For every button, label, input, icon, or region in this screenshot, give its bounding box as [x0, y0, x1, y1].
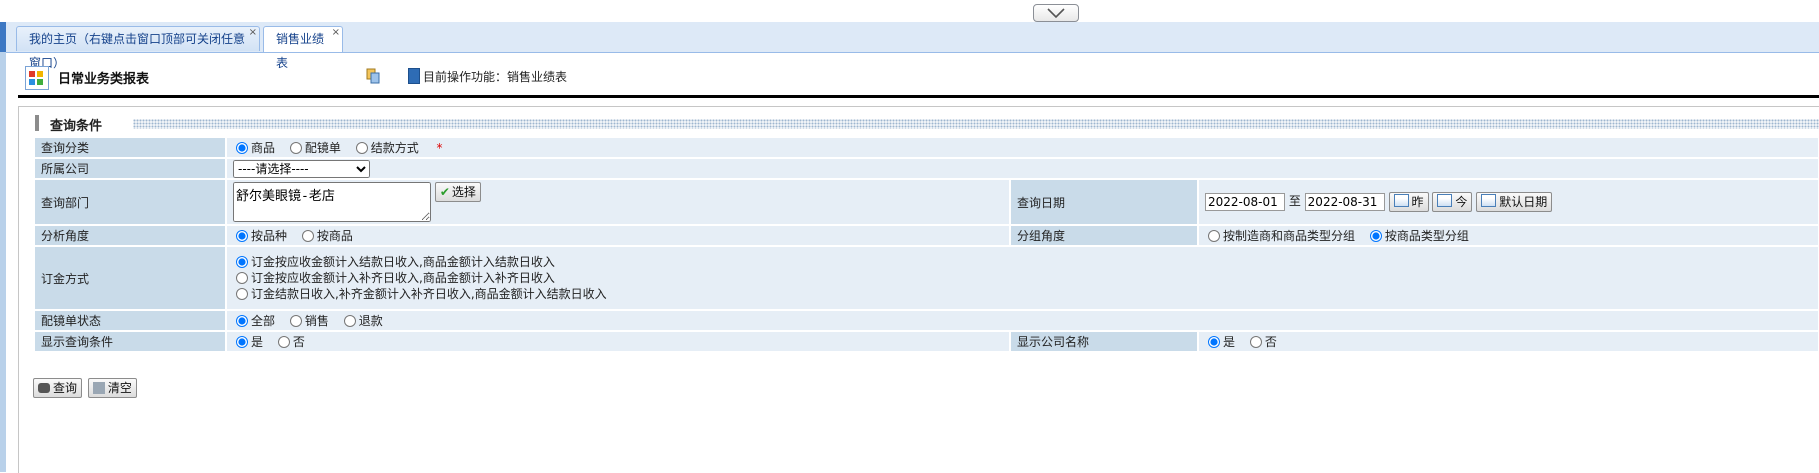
top-bar: [0, 0, 1819, 23]
status-option-all[interactable]: 全部: [233, 314, 275, 328]
show-company-no[interactable]: 否: [1247, 335, 1277, 349]
deposit-option-2[interactable]: 订金按应收金额计入补齐日收入,商品金额计入补齐日收入: [233, 271, 555, 285]
category-label: 查询分类: [35, 138, 225, 157]
status-option-sale[interactable]: 销售: [287, 314, 329, 328]
yesterday-button[interactable]: 昨: [1388, 192, 1429, 212]
query-form: 查询分类 商品 配镜单 结款方式 * 所属公司 ----请选择---- 查询部门…: [33, 136, 1819, 353]
left-edge-strip: [0, 22, 6, 472]
action-buttons: 查询 清空: [33, 378, 139, 398]
tab-bar: 我的主页（右键点击窗口顶部可关闭任意窗口） × 销售业绩表 ×: [6, 22, 1819, 70]
grouping-option-type[interactable]: 按商品类型分组: [1367, 229, 1469, 243]
today-button[interactable]: 今: [1432, 192, 1473, 212]
show-conditions-no[interactable]: 否: [275, 335, 305, 349]
analysis-label: 分析角度: [35, 226, 225, 245]
date-range: 至 昨 今 默认日期: [1199, 180, 1818, 224]
company-select[interactable]: ----请选择----: [233, 159, 370, 178]
date-to-input[interactable]: [1304, 192, 1385, 211]
category-option-order[interactable]: 配镜单: [287, 141, 341, 155]
chevron-down-icon: [1047, 8, 1065, 19]
department-field[interactable]: 舒尔美眼镜-老店: [233, 182, 431, 222]
copy-icon[interactable]: [366, 68, 380, 84]
department-label: 查询部门: [35, 180, 225, 224]
grouping-option-manufacturer[interactable]: 按制造商和商品类型分组: [1205, 229, 1355, 243]
current-function: 目前操作功能：销售业绩表: [408, 68, 567, 85]
query-section-title: 查询条件: [50, 119, 103, 134]
deposit-label: 订金方式: [35, 247, 225, 309]
eraser-icon: [92, 382, 105, 394]
show-conditions-label: 显示查询条件: [35, 332, 225, 351]
page-title: 日常业务类报表: [58, 72, 150, 87]
query-panel: 查询条件 查询分类 商品 配镜单 结款方式 * 所属公司 ----请选择----…: [18, 106, 1819, 473]
required-mark: *: [436, 141, 443, 155]
search-button[interactable]: 查询: [33, 378, 83, 398]
function-icon: [408, 68, 420, 84]
analysis-option-goods[interactable]: 按商品: [299, 229, 353, 243]
tab-sales-performance[interactable]: 销售业绩表 ×: [263, 26, 343, 70]
binoculars-icon: [38, 383, 50, 393]
report-logo-icon: [25, 66, 49, 90]
calendar-icon: [1437, 194, 1453, 207]
default-date-button[interactable]: 默认日期: [1476, 192, 1553, 212]
show-company-label: 显示公司名称: [1011, 332, 1197, 351]
category-option-payment[interactable]: 结款方式: [353, 141, 419, 155]
show-conditions-yes[interactable]: 是: [233, 335, 263, 349]
category-options: 商品 配镜单 结款方式 *: [227, 138, 1818, 157]
select-department-button[interactable]: ✔ 选择: [434, 182, 481, 202]
collapse-toggle-button[interactable]: [1033, 4, 1079, 22]
date-from-input[interactable]: [1205, 192, 1285, 211]
status-label: 配镜单状态: [35, 311, 225, 330]
analysis-option-variety[interactable]: 按品种: [233, 229, 287, 243]
category-option-goods[interactable]: 商品: [233, 141, 275, 155]
check-icon: ✔: [439, 185, 450, 199]
close-icon[interactable]: ×: [332, 21, 340, 45]
close-icon[interactable]: ×: [249, 21, 257, 45]
clear-button[interactable]: 清空: [87, 378, 137, 398]
deposit-option-1[interactable]: 订金按应收金额计入结款日收入,商品金额计入结款日收入: [233, 255, 555, 269]
company-label: 所属公司: [35, 159, 225, 178]
status-option-refund[interactable]: 退款: [341, 314, 383, 328]
header-divider: [18, 95, 1819, 98]
query-section-header: 查询条件: [33, 115, 1819, 134]
calendar-icon: [1393, 194, 1409, 207]
calendar-icon: [1481, 194, 1497, 207]
current-function-label: 目前操作功能：销售业绩表: [423, 70, 568, 84]
deposit-option-3[interactable]: 订金结款日收入,补齐金额计入补齐日收入,商品金额计入结款日收入: [233, 287, 607, 301]
date-to-label: 至: [1288, 194, 1301, 208]
show-company-yes[interactable]: 是: [1205, 335, 1235, 349]
grouping-label: 分组角度: [1011, 226, 1197, 245]
report-header: 日常业务类报表 目前操作功能：销售业绩表: [18, 56, 1819, 96]
tab-home[interactable]: 我的主页（右键点击窗口顶部可关闭任意窗口） ×: [16, 26, 260, 70]
date-label: 查询日期: [1011, 180, 1197, 224]
